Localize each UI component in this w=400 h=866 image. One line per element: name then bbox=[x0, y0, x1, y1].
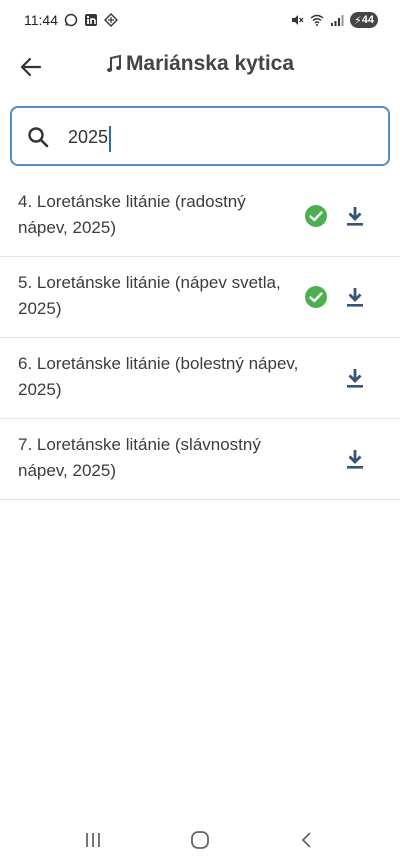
home-icon bbox=[191, 831, 209, 849]
list-item-title: 7. Loretánske litánie (slávnostný nápev,… bbox=[18, 435, 261, 480]
download-button[interactable] bbox=[340, 200, 370, 232]
list-item[interactable]: 6. Loretánske litánie (bolestný nápev, 2… bbox=[0, 338, 400, 419]
battery-bolt-icon: ⚡ bbox=[354, 14, 362, 27]
music-note-icon bbox=[106, 54, 121, 72]
home-button[interactable] bbox=[180, 820, 220, 860]
page-title: Mariánska kytica bbox=[0, 52, 400, 76]
battery-badge: ⚡ 44 bbox=[350, 12, 378, 28]
status-bar-left: 11:44 bbox=[24, 12, 118, 28]
signal-icon bbox=[331, 15, 344, 26]
download-icon bbox=[347, 207, 363, 226]
check-circle-icon bbox=[305, 286, 327, 308]
whatsapp-icon bbox=[64, 13, 78, 27]
list-item[interactable]: 4. Loretánske litánie (radostný nápev, 2… bbox=[0, 176, 400, 257]
status-bar: 11:44 ⚡ 44 bbox=[0, 0, 400, 40]
wifi-icon bbox=[310, 14, 324, 26]
list-item[interactable]: 5. Loretánske litánie (nápev svetla, 202… bbox=[0, 257, 400, 338]
list-item[interactable]: 7. Loretánske litánie (slávnostný nápev,… bbox=[0, 419, 400, 500]
app-bar: Mariánska kytica bbox=[0, 40, 400, 94]
app-icon bbox=[104, 13, 118, 27]
battery-level: 44 bbox=[361, 14, 374, 26]
page-title-text: Mariánska kytica bbox=[125, 52, 295, 75]
status-bar-right: ⚡ 44 bbox=[290, 12, 378, 28]
download-button[interactable] bbox=[340, 362, 370, 394]
list-item-title: 6. Loretánske litánie (bolestný nápev, 2… bbox=[18, 354, 299, 399]
mute-icon bbox=[292, 15, 304, 25]
linkedin-icon bbox=[85, 14, 97, 26]
list-item-title: 5. Loretánske litánie (nápev svetla, 202… bbox=[18, 273, 281, 318]
download-button[interactable] bbox=[340, 443, 370, 475]
search-input[interactable] bbox=[68, 123, 368, 151]
results-list: 4. Loretánske litánie (radostný nápev, 2… bbox=[0, 176, 400, 500]
system-nav-bar bbox=[0, 814, 400, 866]
recent-apps-button[interactable] bbox=[73, 820, 113, 860]
download-icon bbox=[347, 288, 363, 307]
download-button[interactable] bbox=[340, 281, 370, 313]
text-cursor bbox=[109, 126, 112, 152]
search-icon bbox=[28, 127, 49, 148]
check-circle-icon bbox=[305, 205, 327, 227]
list-item-title: 4. Loretánske litánie (radostný nápev, 2… bbox=[18, 192, 246, 237]
download-icon bbox=[347, 369, 363, 388]
recent-apps-icon bbox=[86, 833, 101, 847]
search-box[interactable] bbox=[10, 106, 390, 166]
download-icon bbox=[347, 450, 363, 469]
system-back-button[interactable] bbox=[287, 820, 327, 860]
back-nav-icon bbox=[301, 832, 311, 848]
status-time: 11:44 bbox=[24, 12, 58, 28]
